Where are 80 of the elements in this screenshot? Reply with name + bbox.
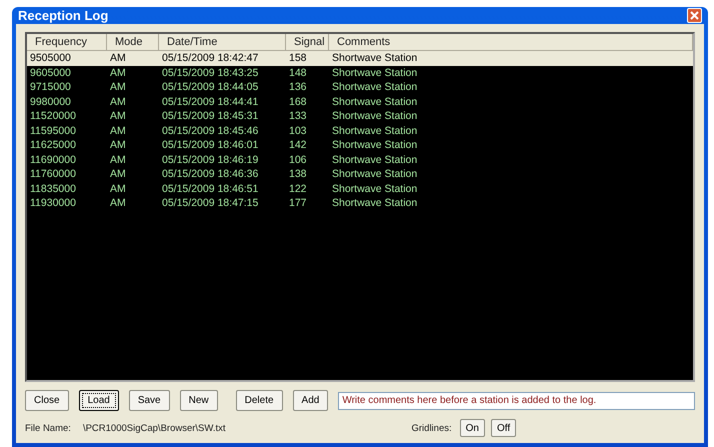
table-cell-text: AM (109, 124, 127, 138)
table-cell-text: 05/15/2009 18:46:51 (161, 182, 260, 196)
table-cell-text: Shortwave Station (331, 152, 418, 167)
log-row[interactable]: 9605000 AM 05/15/2009 18:43:25 148 Shortwave Station (27, 66, 693, 80)
table-cell-text: 11595000 (29, 124, 77, 138)
log-row[interactable]: 11625000 AM 05/15/2009 18:46:01 142 Shortwave Station (27, 138, 693, 152)
log-row[interactable]: 11520000 AM 05/15/2009 18:45:31 133 Shortwave Station (27, 109, 693, 124)
table-cell-text: 106 (288, 152, 308, 167)
table-cell-text: AM (109, 109, 127, 124)
file-name-label: File Name: (25, 422, 71, 434)
log-row[interactable]: 11930000 AM 05/15/2009 18:47:15 177 Shortwave Station (27, 196, 693, 210)
gridlines-button[interactable]: Off (490, 419, 516, 437)
table-cell-text: 136 (288, 80, 308, 94)
window-title: Reception Log (18, 8, 108, 23)
log-row[interactable]: 11690000 AM 05/15/2009 18:46:19 106 Shortwave Station (27, 152, 693, 167)
log-row[interactable]: 11760000 AM 05/15/2009 18:46:36 138 Shortwave Station (27, 167, 693, 182)
table-cell-text: Shortwave Station (331, 182, 418, 196)
table-cell-text: 122 (288, 182, 308, 196)
table-cell-text: 9605000 (29, 66, 72, 80)
table-cell-text: AM (109, 51, 127, 66)
table-cell-text: 11690000 (29, 152, 77, 167)
table-cell-text: 9505000 (29, 51, 72, 66)
table-cell-text: AM (109, 196, 127, 210)
table-cell-text: 177 (288, 196, 308, 210)
table-cell-text: Shortwave Station (331, 94, 418, 109)
table-cell-text: 05/15/2009 18:44:05 (161, 80, 260, 94)
table-cell-text: Shortwave Station (331, 196, 418, 210)
table-cell-text: 05/15/2009 18:45:46 (161, 124, 260, 138)
table-cell-text: Shortwave Station (331, 138, 418, 152)
table-cell-text: 11520000 (29, 109, 77, 124)
comment-field[interactable]: Write comments here before a station is added to the log. (338, 392, 695, 410)
file-path: \PCR1000SigCap\Browser\SW.txt (82, 422, 226, 434)
table-cell-text: 158 (288, 51, 308, 66)
table-cell-text: Shortwave Station (331, 109, 418, 124)
table-cell-text: 11625000 (29, 138, 77, 152)
table-cell-text: Shortwave Station (331, 80, 418, 94)
table-cell-text: 9715000 (29, 80, 72, 94)
table-cell-text: 11930000 (29, 196, 77, 210)
table-cell-text: 103 (288, 124, 308, 138)
table-cell-text: 05/15/2009 18:44:41 (161, 94, 260, 109)
table-cell-text: AM (109, 80, 127, 94)
log-row[interactable]: 9980000 AM 05/15/2009 18:44:41 168 Shortwave Station (27, 94, 693, 109)
table-cell-text: 05/15/2009 18:42:47 (161, 51, 260, 66)
table-cell-text: 142 (288, 138, 308, 152)
gridlines-label: Gridlines: (412, 422, 452, 434)
table-cell-text: 11835000 (29, 182, 77, 196)
action-button[interactable]: Add (292, 390, 328, 411)
table-cell-text: Shortwave Station (331, 167, 418, 182)
table-cell-text: Shortwave Station (331, 51, 418, 66)
action-button[interactable]: Delete (236, 390, 283, 411)
table-cell-text: 05/15/2009 18:43:25 (161, 66, 260, 80)
table-cell-text: AM (109, 167, 127, 182)
log-row[interactable]: 11835000 AM 05/15/2009 18:46:51 122 Shortwave Station (27, 182, 693, 196)
gridlines-button[interactable]: On (460, 419, 485, 437)
table-cell-text: 05/15/2009 18:46:36 (161, 167, 260, 182)
table-cell-text: Shortwave Station (331, 66, 418, 80)
table-cell-text: 9980000 (29, 94, 72, 109)
table-cell-text: AM (109, 182, 127, 196)
table-cell-text: 11760000 (29, 167, 77, 182)
action-button[interactable]: New (180, 390, 218, 411)
table-cell-text: AM (109, 94, 127, 109)
log-row[interactable]: 9715000 AM 05/15/2009 18:44:05 136 Shortwave Station (27, 80, 693, 94)
table-cell-text: AM (109, 66, 127, 80)
table-cell-text: 148 (288, 66, 308, 80)
log-row[interactable]: 11595000 AM 05/15/2009 18:45:46 103 Shortwave Station (27, 124, 693, 138)
table-cell-text: 168 (288, 94, 308, 109)
table-cell-text: 05/15/2009 18:46:01 (161, 138, 260, 152)
table-cell-text: AM (109, 152, 127, 167)
table-cell-text: 05/15/2009 18:46:19 (161, 152, 260, 167)
table-cell-text: 05/15/2009 18:45:31 (161, 109, 260, 124)
table-cell-text: 138 (288, 167, 308, 182)
table-cell-text: AM (109, 138, 127, 152)
table-cell-text: 133 (288, 109, 308, 124)
close-button[interactable] (687, 8, 702, 23)
table-cell-text: Shortwave Station (331, 124, 418, 138)
table-cell-text: 05/15/2009 18:47:15 (161, 196, 260, 210)
log-row[interactable]: 9505000 AM 05/15/2009 18:42:47 158 Shortwave Station (27, 51, 693, 66)
action-button[interactable]: Load (78, 390, 119, 411)
action-button[interactable]: Close (25, 390, 69, 411)
action-button[interactable]: Save (128, 390, 170, 411)
